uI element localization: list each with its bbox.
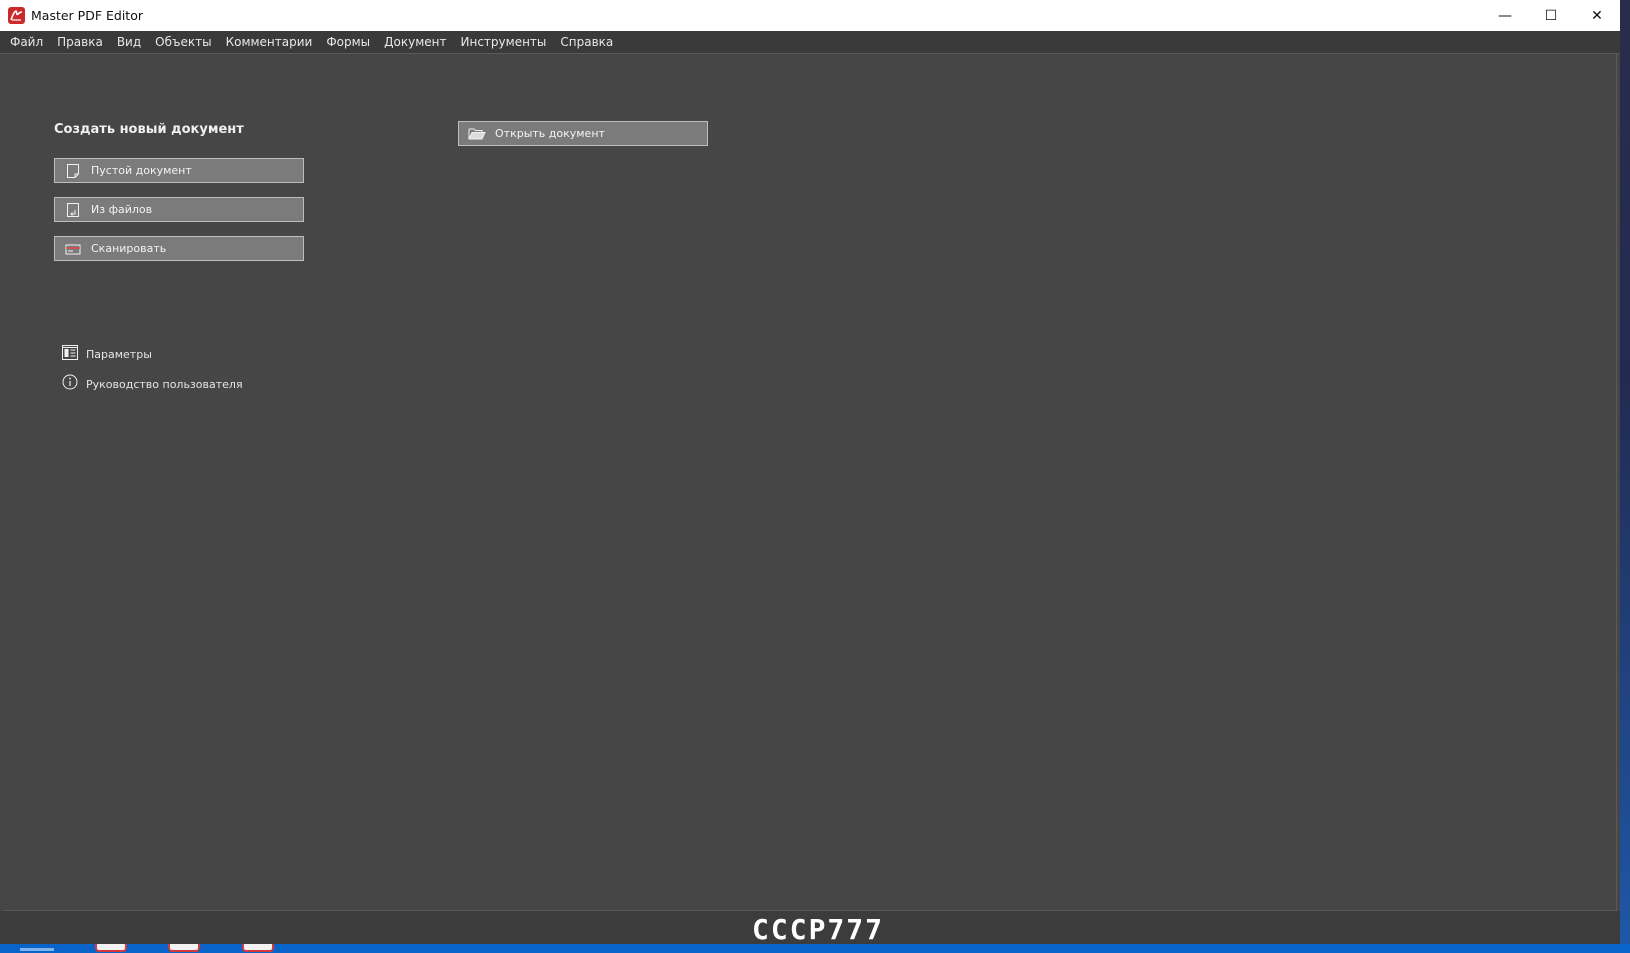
menu-view[interactable]: Вид (110, 31, 148, 53)
open-document-button[interactable]: Открыть документ (458, 121, 708, 146)
folder-open-icon (467, 124, 487, 144)
minimize-button[interactable]: — (1482, 0, 1528, 31)
menu-help[interactable]: Справка (553, 31, 620, 53)
start-page: Создать новый документ Пустой документ И… (4, 54, 1617, 911)
blank-page-icon (63, 161, 83, 181)
menu-document[interactable]: Документ (377, 31, 453, 53)
blank-document-label: Пустой документ (91, 164, 192, 177)
scan-button[interactable]: Сканировать (54, 236, 304, 261)
settings-label: Параметры (86, 348, 152, 361)
menu-bar: Файл Правка Вид Объекты Комментарии Форм… (0, 31, 1620, 53)
open-document-label: Открыть документ (495, 127, 605, 140)
info-icon (62, 374, 78, 394)
taskbar-active-indicator (20, 948, 54, 951)
desktop-background-edge (1620, 0, 1630, 953)
scan-label: Сканировать (91, 242, 167, 255)
from-files-button[interactable]: Из файлов (54, 197, 304, 222)
taskbar-pdf-icon[interactable] (168, 944, 200, 952)
menu-tools[interactable]: Инструменты (454, 31, 554, 53)
from-files-label: Из файлов (91, 203, 153, 216)
menu-file[interactable]: Файл (3, 31, 50, 53)
title-bar: Master PDF Editor — ☐ ✕ (0, 0, 1620, 31)
close-button[interactable]: ✕ (1574, 0, 1620, 31)
create-section-title: Создать новый документ (54, 122, 244, 137)
settings-link[interactable]: Параметры (62, 345, 152, 364)
menu-comments[interactable]: Комментарии (219, 31, 320, 53)
settings-panel-icon (62, 345, 78, 364)
window-controls: — ☐ ✕ (1482, 0, 1620, 31)
page-import-icon (63, 200, 83, 220)
menu-edit[interactable]: Правка (50, 31, 110, 53)
app-window: Master PDF Editor — ☐ ✕ Файл Правка Вид … (0, 0, 1620, 944)
watermark-text: CCCP777 (752, 913, 885, 946)
taskbar-pdf-icon[interactable] (242, 944, 274, 952)
scanner-icon (63, 239, 83, 259)
menu-objects[interactable]: Объекты (148, 31, 218, 53)
taskbar-pdf-icon[interactable] (95, 944, 127, 952)
window-title: Master PDF Editor (31, 8, 143, 23)
maximize-button[interactable]: ☐ (1528, 0, 1574, 31)
user-guide-label: Руководство пользователя (86, 377, 243, 391)
app-logo-icon (8, 7, 25, 24)
menu-forms[interactable]: Формы (319, 31, 377, 53)
user-guide-link[interactable]: Руководство пользователя (62, 374, 243, 394)
blank-document-button[interactable]: Пустой документ (54, 158, 304, 183)
